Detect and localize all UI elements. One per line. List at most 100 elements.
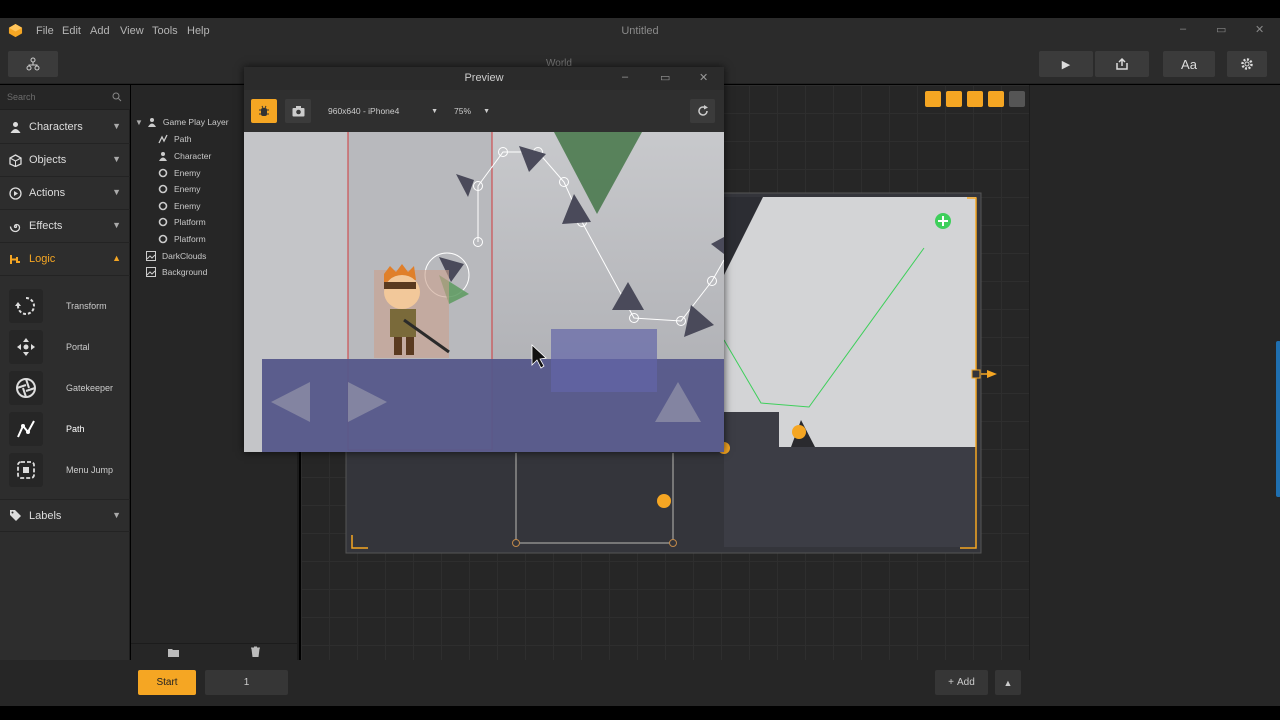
tool-gatekeeper[interactable]: Gatekeeper xyxy=(0,367,130,408)
lock-tool[interactable] xyxy=(946,91,962,107)
person-icon xyxy=(8,120,22,134)
path-icon xyxy=(158,134,168,144)
chevron-down-icon: ▼ xyxy=(431,107,438,115)
spiral-icon xyxy=(8,219,22,233)
search-field[interactable]: Search xyxy=(0,85,130,110)
game-scene-graphic xyxy=(244,132,724,452)
layer-item-enemy[interactable]: Enemy xyxy=(158,181,200,197)
category-actions[interactable]: Actions ▼ xyxy=(0,177,130,210)
scene-tree-button[interactable] xyxy=(8,51,58,77)
add-label: Add xyxy=(957,677,975,688)
chevron-down-icon: ▼ xyxy=(112,187,121,197)
layer-item-character[interactable]: Character xyxy=(158,148,211,164)
tool-transform[interactable]: Transform xyxy=(0,285,130,326)
camera-icon xyxy=(292,105,304,116)
start-button[interactable]: Start xyxy=(138,670,196,695)
category-label: Objects xyxy=(29,154,67,166)
add-scene-button[interactable]: + Add xyxy=(935,670,988,695)
layer-label: Enemy xyxy=(174,184,201,194)
chevron-down-icon: ▼ xyxy=(135,117,143,127)
layer-label: Character xyxy=(174,151,212,161)
zoom-select[interactable]: 75% ▼ xyxy=(454,102,490,120)
folder-icon[interactable] xyxy=(168,647,179,657)
game-preview-viewport[interactable] xyxy=(244,132,724,452)
link-tool[interactable] xyxy=(988,91,1004,107)
category-labels[interactable]: Labels ▼ xyxy=(0,499,130,532)
category-objects[interactable]: Objects ▼ xyxy=(0,144,130,177)
play-button[interactable]: ▶ xyxy=(1039,51,1093,77)
share-button[interactable] xyxy=(1095,51,1149,77)
aperture-icon xyxy=(9,370,43,405)
gear-icon xyxy=(1241,58,1253,70)
layer-item-platform[interactable]: Platform xyxy=(158,231,206,247)
reload-button[interactable] xyxy=(690,99,715,123)
screenshot-button[interactable] xyxy=(285,99,311,123)
expand-button[interactable]: ▲ xyxy=(995,670,1021,695)
inspector-panel xyxy=(1029,85,1280,660)
close-button[interactable]: ✕ xyxy=(1255,23,1264,36)
layer-label: Path xyxy=(174,134,192,144)
circle-icon xyxy=(158,234,168,244)
play-icon: ▶ xyxy=(1061,58,1071,71)
refresh-icon xyxy=(697,105,708,116)
chevron-down-icon: ▼ xyxy=(483,107,490,115)
lock-tool-2[interactable] xyxy=(967,91,983,107)
category-effects[interactable]: Effects ▼ xyxy=(0,210,130,243)
portal-icon xyxy=(9,329,43,364)
person-icon xyxy=(147,117,157,127)
layer-label: Platform xyxy=(174,217,206,227)
layer-label: Enemy xyxy=(174,168,201,178)
share-icon xyxy=(1116,57,1128,70)
preview-titlebar[interactable]: Preview – ▭ ✕ xyxy=(244,67,724,90)
settings-button[interactable] xyxy=(1227,51,1267,77)
layer-background[interactable]: Background xyxy=(146,264,207,280)
tool-portal[interactable]: Portal xyxy=(0,326,130,367)
preview-window: Preview – ▭ ✕ 960x640 - iPhone4 ▼ 75% ▼ xyxy=(244,67,724,452)
layer-label: Background xyxy=(162,267,208,277)
category-label: Effects xyxy=(29,220,63,232)
search-icon xyxy=(112,92,122,102)
search-placeholder: Search xyxy=(7,92,36,102)
tool-label: Menu Jump xyxy=(66,464,114,475)
category-characters[interactable]: Characters ▼ xyxy=(0,111,130,144)
preview-minimize-icon[interactable]: – xyxy=(622,71,628,83)
library-sidebar: Search Characters ▼ Objects ▼ Actions ▼ … xyxy=(0,85,130,660)
chevron-down-icon: ▼ xyxy=(112,121,121,131)
window-title: Untitled xyxy=(621,25,659,37)
category-label: Actions xyxy=(29,187,66,199)
tool-label: Path xyxy=(66,423,85,434)
tool-path[interactable]: Path xyxy=(0,408,130,449)
preview-toolbar: 960x640 - iPhone4 ▼ 75% ▼ xyxy=(244,90,724,132)
category-logic[interactable]: Logic ▲ xyxy=(0,243,130,276)
play-circle-icon xyxy=(8,186,22,200)
debug-tool[interactable] xyxy=(1009,91,1025,107)
layer-item-enemy[interactable]: Enemy xyxy=(158,165,200,181)
transform-icon xyxy=(9,288,43,323)
layer-label: Platform xyxy=(174,234,206,244)
layer-game-play[interactable]: ▼ Game Play Layer xyxy=(135,114,229,130)
scene-number-field[interactable]: 1 xyxy=(205,670,288,695)
bottom-left-bar xyxy=(0,660,130,706)
layer-item-path[interactable]: Path xyxy=(158,131,192,147)
preview-close-icon[interactable]: ✕ xyxy=(699,71,708,84)
debug-button[interactable] xyxy=(251,99,277,123)
category-label: Labels xyxy=(29,509,62,522)
chevron-down-icon: ▼ xyxy=(112,510,121,520)
preview-maximize-icon[interactable]: ▭ xyxy=(660,71,670,84)
zoom-value: 75% xyxy=(454,106,472,116)
maximize-button[interactable]: ▭ xyxy=(1216,23,1226,36)
canvas-tool-1[interactable] xyxy=(925,91,941,107)
trash-icon[interactable] xyxy=(251,646,260,657)
minimize-button[interactable]: – xyxy=(1180,23,1186,35)
font-button[interactable]: Aa xyxy=(1163,51,1215,77)
layer-item-enemy[interactable]: Enemy xyxy=(158,198,200,214)
resolution-select[interactable]: 960x640 - iPhone4 ▼ xyxy=(328,102,438,120)
panel-handle[interactable] xyxy=(1276,341,1280,497)
category-label: Logic xyxy=(29,253,56,265)
layer-dark-clouds[interactable]: DarkClouds xyxy=(146,248,206,264)
layer-item-platform[interactable]: Platform xyxy=(158,214,206,230)
tool-label: Portal xyxy=(66,341,90,352)
tool-menu-jump[interactable]: Menu Jump xyxy=(0,449,130,490)
preview-title: Preview xyxy=(464,72,504,84)
chevron-up-icon: ▲ xyxy=(112,253,121,263)
